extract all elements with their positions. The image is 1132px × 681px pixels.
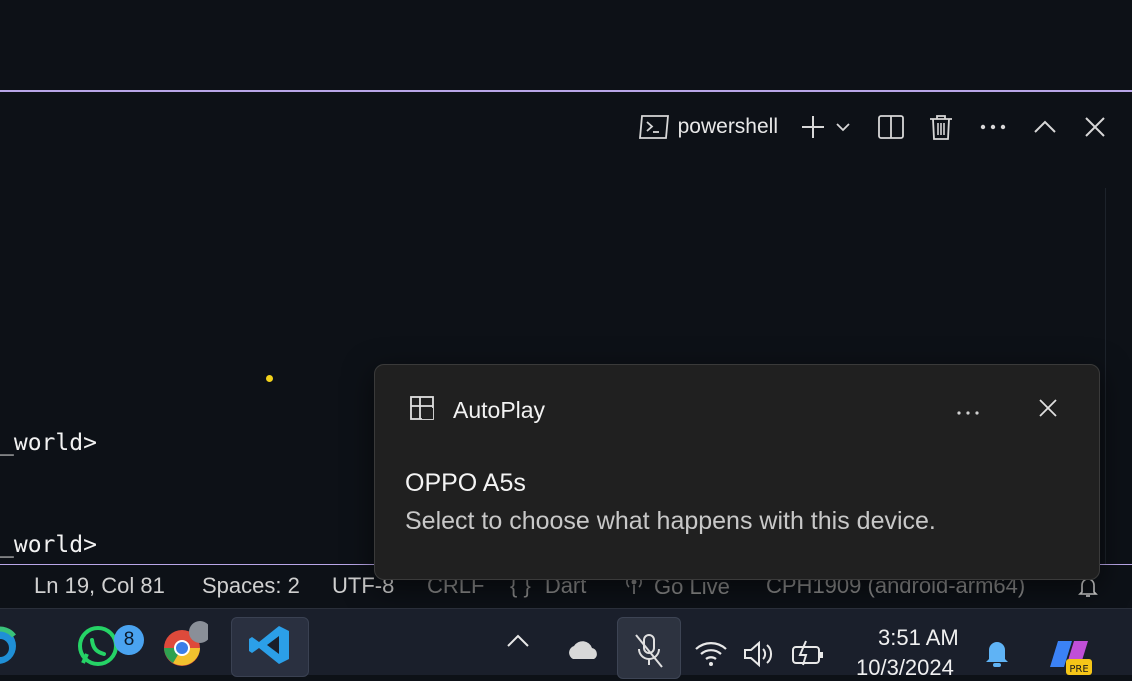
toast-close-button[interactable] [1035,395,1061,425]
indentation[interactable]: Spaces: 2 [202,573,300,599]
taskbar: 8 3:51 AM 10/3/2024 PRE [0,608,1132,680]
toast-body: Select to choose what happens with this … [405,507,936,535]
ellipsis-icon [956,401,980,420]
new-terminal-button[interactable] [798,109,828,145]
split-icon [877,113,905,141]
autoplay-icon [409,395,435,425]
wifi-button[interactable] [694,639,728,671]
terminal-toolbar: powershell [638,108,1110,146]
terminal-line: _world> [0,430,97,456]
terminal-line: _world> [0,532,97,558]
toast-title: OPPO A5s [405,469,526,497]
cursor-indicator [266,375,273,382]
taskbar-edge[interactable] [0,617,36,675]
chrome-icon [160,620,211,672]
volume-button[interactable] [742,639,778,673]
ellipsis-icon [979,123,1007,131]
copilot-icon: PRE [1044,633,1094,679]
edge-icon [0,622,20,670]
taskbar-chrome[interactable] [146,617,222,675]
toast-header: AutoPlay [409,395,545,425]
mic-off-icon [632,631,666,675]
taskbar-vscode[interactable] [231,617,309,677]
battery-button[interactable] [790,639,826,671]
autoplay-notification[interactable]: AutoPlay OPPO A5s Select to choose what … [374,364,1100,580]
kill-terminal-button[interactable] [924,109,958,145]
cursor-position[interactable]: Ln 19, Col 81 [34,573,165,599]
chevron-down-icon [835,121,851,133]
microphone-muted [632,631,666,675]
chevron-up-icon [506,633,530,652]
notification-center-button[interactable] [982,637,1012,673]
bell-icon [982,637,1012,673]
split-terminal-button[interactable] [874,109,908,145]
battery-charging-icon [790,639,826,671]
show-hidden-icons-button[interactable] [506,633,530,652]
close-icon [1038,398,1058,422]
chevron-up-icon [1033,120,1057,134]
taskbar-whatsapp[interactable]: 8 [60,617,144,675]
onedrive-button[interactable] [565,639,601,665]
terminal-scrollbar[interactable] [1105,188,1132,564]
whatsapp-badge: 8 [114,625,144,655]
terminal-icon [638,113,670,141]
terminal-shell-tab[interactable]: powershell [638,109,798,145]
close-icon [1084,116,1106,138]
clock-time[interactable]: 3:51 AM [878,625,959,651]
volume-icon [742,639,778,673]
trash-icon [928,113,954,141]
toast-more-button[interactable] [955,395,981,425]
copilot-button[interactable]: PRE [1044,633,1094,679]
maximize-panel-button[interactable] [1028,109,1062,145]
clock-date[interactable]: 10/3/2024 [856,655,954,681]
whatsapp-icon [75,621,121,671]
svg-text:PRE: PRE [1069,664,1088,675]
wifi-icon [694,639,728,671]
cloud-icon [565,639,601,665]
terminal-shell-label: powershell [677,115,778,138]
vscode-icon [247,622,293,672]
editor-area [0,0,1132,90]
terminal-profile-dropdown[interactable] [828,109,858,145]
plus-icon [800,114,826,140]
toast-app-name: AutoPlay [453,396,546,423]
more-actions-button[interactable] [976,109,1010,145]
close-panel-button[interactable] [1080,109,1110,145]
